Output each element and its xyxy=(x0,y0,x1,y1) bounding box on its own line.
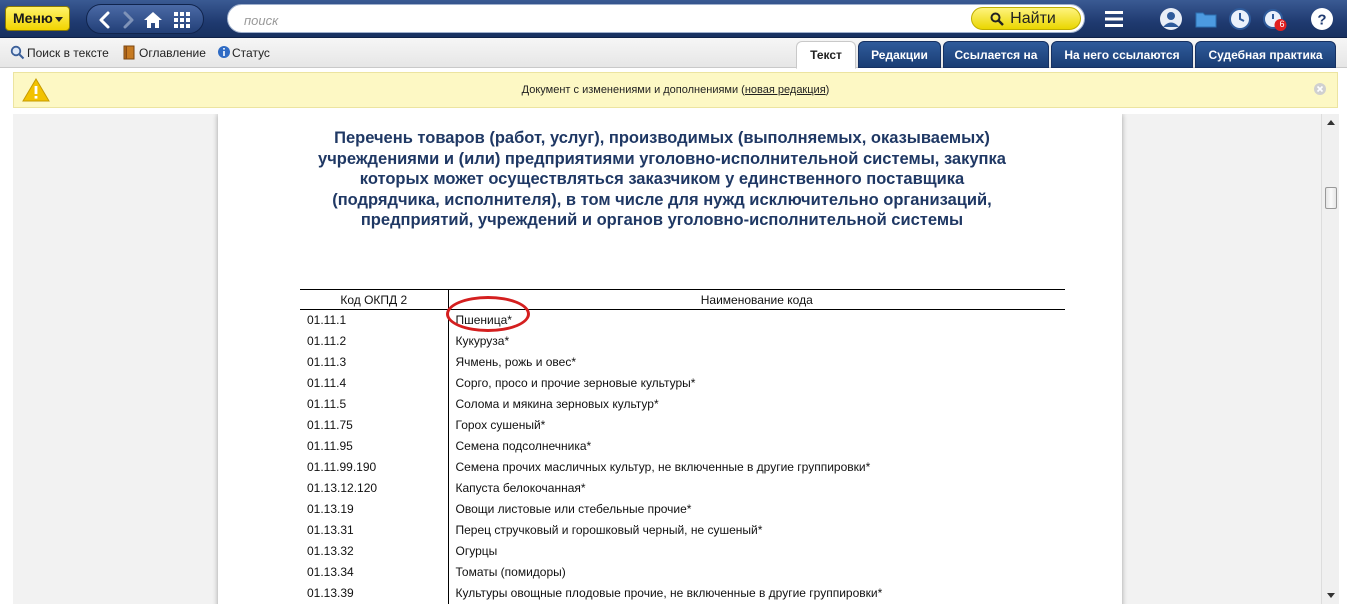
folder-icon[interactable] xyxy=(1193,6,1219,32)
search-box: Найти xyxy=(227,4,1085,33)
table-row: 01.13.19 Овощи листовые или стебельные пр… xyxy=(300,498,1065,520)
clock-icon[interactable] xyxy=(1227,6,1253,32)
find-button[interactable]: Найти xyxy=(971,7,1081,30)
code-cell: 01.13.39 xyxy=(300,582,449,604)
top-bar: Меню Найти xyxy=(0,0,1347,38)
back-arrow-icon[interactable] xyxy=(94,9,116,31)
magnifier-icon xyxy=(990,12,1004,26)
notification-count-badge: 6 xyxy=(1279,19,1285,29)
scroll-thumb[interactable] xyxy=(1325,187,1337,209)
svg-text:?: ? xyxy=(1317,12,1326,29)
table-row: 01.13.12.120 Капуста белокочанная* xyxy=(300,477,1065,499)
notice-text: Документ с изменениями и дополнениями (н… xyxy=(14,84,1337,96)
name-cell: Семена прочих масличных культур, не вклю… xyxy=(455,460,871,474)
table-row: 01.11.1 Пшеница* xyxy=(300,309,1065,331)
code-cell: 01.11.2 xyxy=(300,330,449,352)
table-row: 01.11.3 Ячмень, рожь и овес* xyxy=(300,351,1065,373)
name-cell: Сорго, просо и прочие зерновые культуры* xyxy=(455,376,696,390)
name-cell: Семена подсолнечника* xyxy=(455,439,592,453)
chevron-down-icon xyxy=(55,17,63,22)
info-icon xyxy=(218,46,230,58)
table-row: 01.11.5 Солома и мякина зерновых культур* xyxy=(300,393,1065,415)
column-header-name: Наименование кода xyxy=(448,289,1065,310)
notice-text-before: Документ с изменениями и дополнениями ( xyxy=(521,84,745,96)
title-line: Перечень товаров (работ, услуг), произво… xyxy=(334,129,990,147)
name-cell: Овощи листовые или стебельные прочие* xyxy=(455,502,692,516)
code-cell: 01.11.5 xyxy=(300,393,449,415)
code-cell: 01.11.99.190 xyxy=(300,456,449,478)
menu-label: Меню xyxy=(13,10,53,26)
title-line: предприятий, учреждений и органов уголов… xyxy=(360,211,964,229)
document-page: Перечень товаров (работ, услуг), произво… xyxy=(218,114,1122,604)
table-row: 01.11.95 Семена подсолнечника* xyxy=(300,435,1065,457)
table-row: 01.13.31 Перец стручковый и горошковый че… xyxy=(300,519,1065,541)
name-cell: Горох сушеный* xyxy=(455,418,546,432)
code-cell: 01.11.95 xyxy=(300,435,449,457)
name-cell: Пшеница* xyxy=(455,313,512,328)
title-line: которых может осуществляться заказчиком … xyxy=(359,170,965,188)
vertical-scrollbar[interactable] xyxy=(1321,114,1339,604)
status-button[interactable]: Статус xyxy=(217,46,270,62)
menu-button[interactable]: Меню xyxy=(5,6,70,31)
scroll-up-icon[interactable] xyxy=(1327,120,1335,125)
navigation-group xyxy=(86,4,204,34)
okpd-table: Код ОКПД 2 Наименование кода 01.11.1 Пшен… xyxy=(300,289,1065,604)
code-cell: 01.13.19 xyxy=(300,498,449,520)
document-viewport: Перечень товаров (работ, услуг), произво… xyxy=(13,114,1339,604)
code-cell: 01.11.75 xyxy=(300,414,449,436)
code-cell: 01.13.12.120 xyxy=(300,477,449,499)
scroll-down-icon[interactable] xyxy=(1327,593,1335,598)
code-cell: 01.13.32 xyxy=(300,540,449,562)
title-line: (подрядчика, исполнителя), в том числе д… xyxy=(332,190,992,209)
search-in-text-button[interactable]: Поиск в тексте xyxy=(10,45,109,62)
forward-arrow-icon[interactable] xyxy=(117,9,139,31)
table-row: 01.11.99.190 Семена прочих масличных куль… xyxy=(300,456,1065,478)
column-header-code: Код ОКПД 2 xyxy=(300,289,449,310)
document-title: Перечень товаров (работ, услуг), произво… xyxy=(258,128,1066,231)
name-cell: Культуры овощные плодовые прочие, не вкл… xyxy=(455,586,883,600)
tab-court-practice[interactable]: Судебная практика xyxy=(1195,41,1336,68)
name-cell: Ячмень, рожь и овес* xyxy=(455,355,577,369)
table-row: 01.13.32 Огурцы xyxy=(300,540,1065,562)
find-label: Найти xyxy=(1010,10,1056,27)
tab-referenced-by[interactable]: На него ссылаются xyxy=(1051,41,1193,68)
user-profile-icon[interactable] xyxy=(1158,6,1184,32)
tab-references-to[interactable]: Ссылается на xyxy=(943,41,1049,68)
title-line: учреждениями и (или) предприятиями уголо… xyxy=(318,149,1006,168)
name-cell: Солома и мякина зерновых культур* xyxy=(455,397,659,411)
code-cell: 01.13.34 xyxy=(300,561,449,583)
search-input[interactable] xyxy=(244,11,944,29)
table-row: 01.11.4 Сорго, просо и прочие зерновые ку… xyxy=(300,372,1065,394)
help-icon[interactable]: ? xyxy=(1309,6,1335,32)
code-cell: 01.11.4 xyxy=(300,372,449,394)
code-cell: 01.11.1 xyxy=(300,309,449,331)
hamburger-menu-icon[interactable] xyxy=(1101,6,1127,32)
contents-button[interactable]: Оглавление xyxy=(122,45,206,62)
tab-revisions[interactable]: Редакции xyxy=(858,41,941,68)
tab-text[interactable]: Текст xyxy=(796,41,856,69)
code-cell: 01.11.3 xyxy=(300,351,449,373)
home-icon[interactable] xyxy=(142,9,164,31)
name-cell: Капуста белокочанная* xyxy=(455,481,586,495)
document-toolbar: Поиск в тексте Оглавление Статус Текст Р… xyxy=(0,38,1347,69)
new-revision-link[interactable]: новая редакция xyxy=(745,84,826,96)
code-cell: 01.13.31 xyxy=(300,519,449,541)
grid-icon[interactable] xyxy=(171,9,193,31)
table-row: 01.13.39 Культуры овощные плодовые прочие… xyxy=(300,582,1065,604)
name-cell: Томаты (помидоры) xyxy=(455,565,566,579)
name-cell: Огурцы xyxy=(455,544,498,558)
book-icon xyxy=(123,45,135,60)
table-row: 01.11.2 Кукуруза* xyxy=(300,330,1065,352)
red-highlight-circle xyxy=(446,296,530,332)
table-row: 01.13.34 Томаты (помидоры) xyxy=(300,561,1065,583)
search-icon xyxy=(10,45,25,60)
close-icon[interactable] xyxy=(1313,82,1327,96)
name-cell: Перец стручковый и горошковый черный, не… xyxy=(455,523,763,537)
revision-notice: Документ с изменениями и дополнениями (н… xyxy=(13,72,1338,108)
table-header-row: Код ОКПД 2 Наименование кода xyxy=(300,289,1065,310)
name-cell: Кукуруза* xyxy=(455,334,510,348)
notice-text-after: ) xyxy=(825,84,830,96)
table-row: 01.11.75 Горох сушеный* xyxy=(300,414,1065,436)
